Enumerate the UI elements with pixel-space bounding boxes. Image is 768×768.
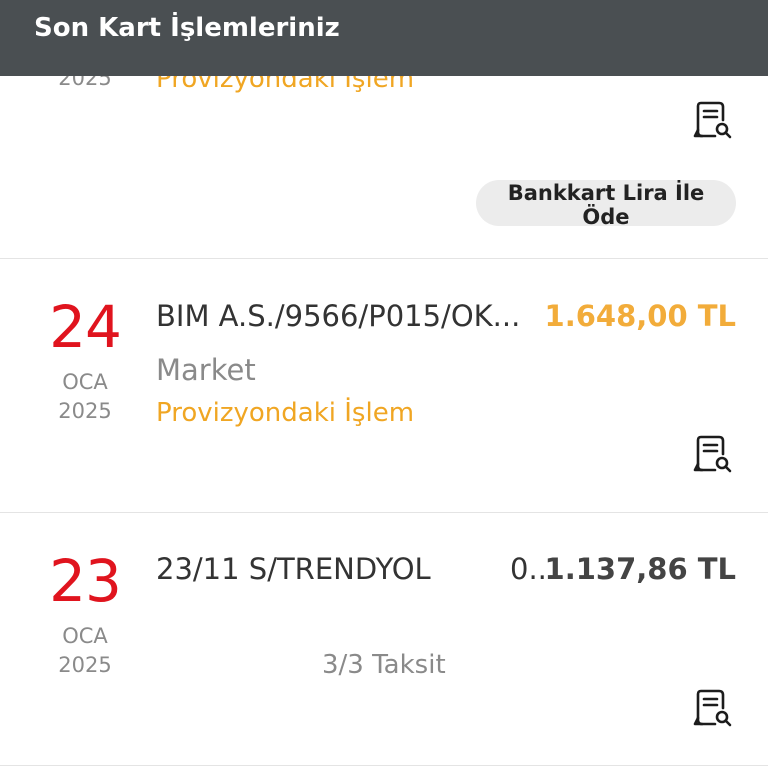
transaction-month: OCA	[62, 624, 108, 648]
app-header: Son Kart İşlemleriniz	[0, 0, 768, 76]
divider	[0, 765, 768, 766]
transaction-date: 23 OCA 2025	[40, 552, 130, 680]
transaction-status: Provizyondaki İşlem	[156, 398, 415, 428]
transaction-amount: 1.648,00 TL	[544, 299, 736, 333]
transaction-amount: 1.137,86 TL	[544, 552, 736, 586]
receipt-search-icon[interactable]	[692, 434, 732, 474]
transaction-merchant: 23/11 S/TRENDYOL	[156, 552, 431, 586]
page-title: Son Kart İşlemleriniz	[34, 13, 340, 43]
transaction-year: 2025	[58, 653, 112, 677]
transaction-installment: 3/3 Taksit	[322, 650, 446, 680]
receipt-search-icon[interactable]	[692, 688, 732, 728]
transaction-merchant: BIM A.S./9566/P015/OK...	[156, 299, 521, 333]
transaction-list: 2025 Provizyondaki İşlem Bankkart Lira İ…	[0, 0, 768, 768]
transaction-category: Market	[156, 353, 256, 387]
receipt-search-icon[interactable]	[692, 100, 732, 140]
transaction-month: OCA	[62, 370, 108, 394]
transaction-day: 23	[49, 547, 122, 615]
transaction-year: 2025	[58, 399, 112, 423]
pay-with-bankkart-lira-button[interactable]: Bankkart Lira İle Öde	[476, 180, 736, 229]
transaction-day: 24	[49, 293, 122, 361]
transaction-date: 24 OCA 2025	[40, 298, 130, 426]
divider	[0, 258, 768, 259]
divider	[0, 512, 768, 513]
